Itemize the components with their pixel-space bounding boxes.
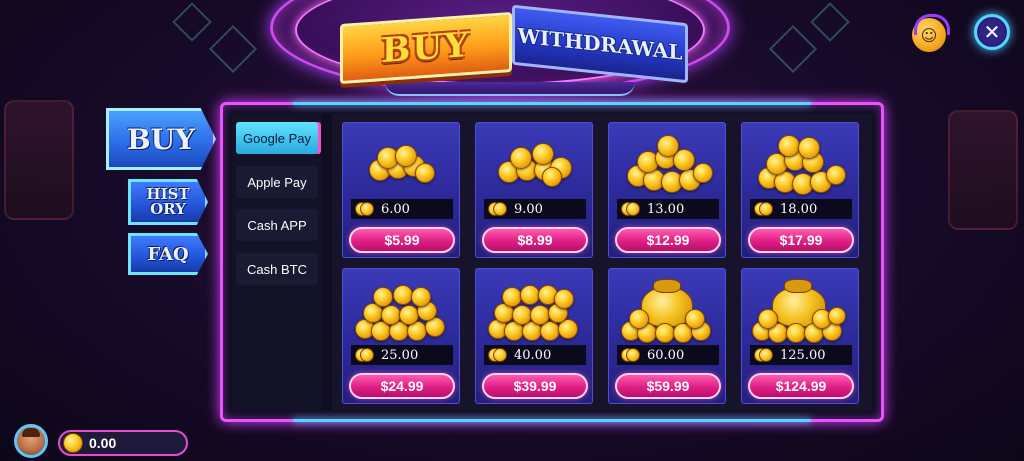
price-button[interactable]: $17.99	[748, 227, 854, 253]
sidebar-item-faq[interactable]: FAQ	[128, 233, 208, 275]
close-icon: ✕	[983, 20, 1001, 44]
banner-base	[385, 82, 635, 96]
close-button[interactable]: ✕	[974, 14, 1010, 50]
coin-amount: 6.00	[351, 199, 453, 219]
price-button[interactable]: $12.99	[615, 227, 721, 253]
avatar[interactable]	[14, 424, 48, 458]
coin-amount-value: 6.00	[381, 201, 410, 217]
sidebar-item-history-label: HIST ORY	[146, 185, 190, 218]
package-card[interactable]: 125.00 $124.99	[741, 268, 859, 404]
support-face-glyph: ☺	[920, 25, 938, 45]
package-card[interactable]: 60.00 $59.99	[608, 268, 726, 404]
payment-method-apple-pay[interactable]: Apple Pay	[236, 166, 318, 198]
coin-amount-value: 18.00	[780, 201, 818, 217]
small-coin-pile-icon	[476, 133, 592, 201]
coin-amount: 125.00	[750, 345, 852, 365]
price-button[interactable]: $5.99	[349, 227, 455, 253]
coin-bag-icon	[609, 279, 725, 347]
sidebar-item-history[interactable]: HIST ORY	[128, 179, 208, 225]
payment-method-google-pay[interactable]: Google Pay	[236, 122, 318, 154]
package-card[interactable]: 25.00 $24.99	[342, 268, 460, 404]
coin-pile-icon	[742, 133, 858, 201]
background-slot-machine-left	[4, 100, 74, 220]
price-button[interactable]: $8.99	[482, 227, 588, 253]
package-card[interactable]: 9.00 $8.99	[475, 122, 593, 258]
coin-amount-value: 40.00	[514, 347, 552, 363]
payment-method-cash-app[interactable]: Cash APP	[236, 209, 318, 241]
coin-amount: 9.00	[484, 199, 586, 219]
price-button[interactable]: $39.99	[482, 373, 588, 399]
price-button[interactable]: $24.99	[349, 373, 455, 399]
coin-amount-value: 25.00	[381, 347, 419, 363]
package-card[interactable]: 40.00 $39.99	[475, 268, 593, 404]
coin-amount: 18.00	[750, 199, 852, 219]
coin-stack-icon	[343, 279, 459, 347]
package-card[interactable]: 6.00 $5.99	[342, 122, 460, 258]
background-diamond-right-large	[768, 24, 818, 74]
tab-buy[interactable]: BUY	[340, 11, 512, 85]
payment-method-cash-btc[interactable]: Cash BTC	[236, 253, 318, 285]
background-diamond-left-large	[208, 24, 258, 74]
package-card[interactable]: 18.00 $17.99	[741, 122, 859, 258]
background-diamond-left	[172, 2, 212, 42]
coin-amount-value: 60.00	[647, 347, 685, 363]
coin-amount: 60.00	[617, 345, 719, 365]
small-coin-pile-icon	[343, 133, 459, 201]
coin-stack-icon	[476, 279, 592, 347]
coin-amount-value: 125.00	[780, 347, 826, 363]
coin-pile-icon	[609, 133, 725, 201]
tab-buy-label: BUY	[381, 24, 471, 72]
coin-amount-value: 13.00	[647, 201, 685, 217]
coin-icon	[63, 433, 83, 453]
tab-withdrawal-label: WITHDRAWAL	[517, 23, 683, 65]
wallet-balance: 0.00	[58, 430, 188, 456]
headset-smiley-icon[interactable]: ☺	[912, 14, 950, 52]
price-button[interactable]: $59.99	[615, 373, 721, 399]
background-slot-machine-right	[948, 110, 1018, 230]
price-button[interactable]: $124.99	[748, 373, 854, 399]
coin-amount: 25.00	[351, 345, 453, 365]
package-card[interactable]: 13.00 $12.99	[608, 122, 726, 258]
background-diamond-right	[810, 2, 850, 42]
coin-bag-icon	[742, 279, 858, 347]
coin-amount: 13.00	[617, 199, 719, 219]
wallet-balance-value: 0.00	[89, 435, 117, 451]
coin-amount: 40.00	[484, 345, 586, 365]
sidebar-item-buy[interactable]: BUY	[106, 108, 216, 170]
coin-amount-value: 9.00	[514, 201, 543, 217]
